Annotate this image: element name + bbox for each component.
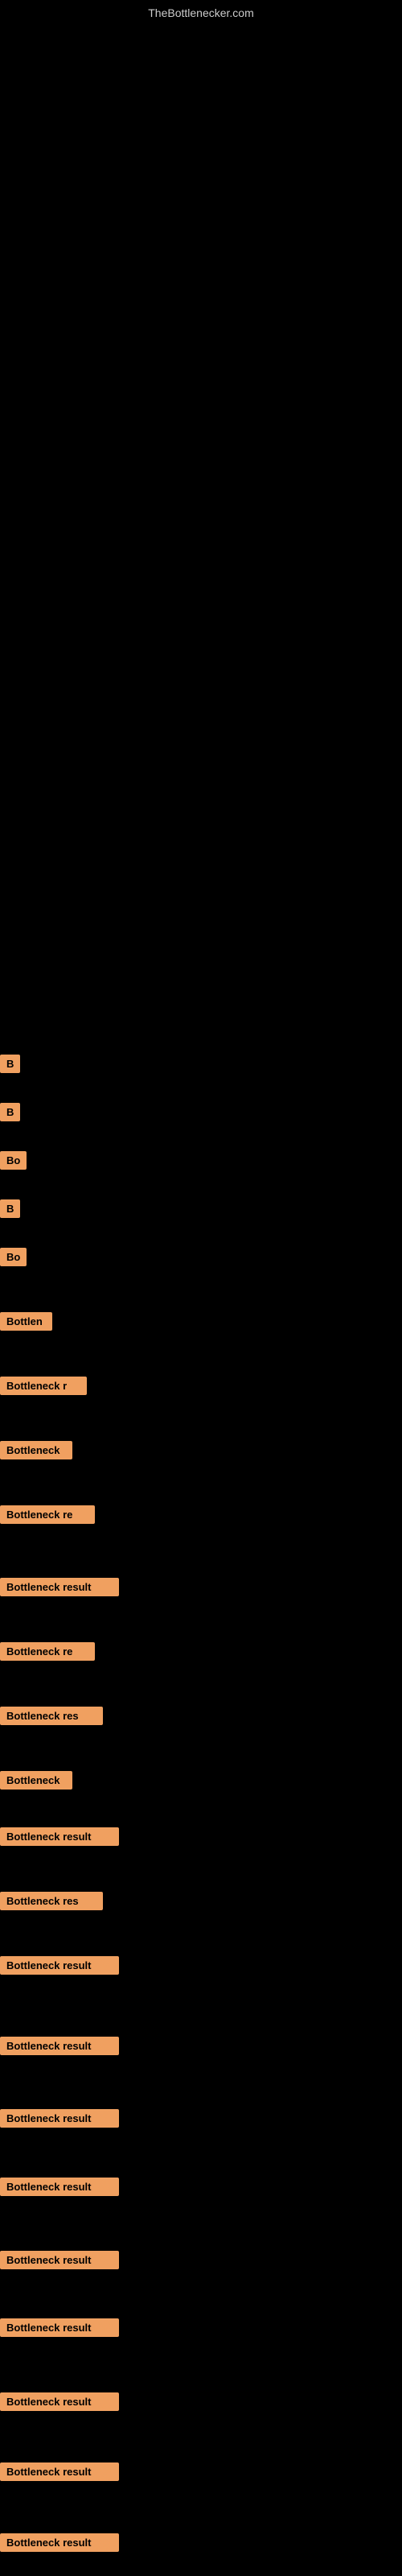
bottleneck-result-label: Bottleneck res bbox=[0, 1707, 103, 1725]
bottleneck-result-label: Bottleneck result bbox=[0, 2109, 119, 2128]
bottleneck-result-label: Bottleneck result bbox=[0, 1578, 119, 1596]
bottleneck-result-label: Bottleneck re bbox=[0, 1642, 95, 1661]
bottleneck-result-label: Bottleneck bbox=[0, 1441, 72, 1459]
bottleneck-result-label: Bottleneck result bbox=[0, 1956, 119, 1975]
bottleneck-result-label: B bbox=[0, 1199, 20, 1218]
bottleneck-result-label: Bottleneck res bbox=[0, 1892, 103, 1910]
bottleneck-result-label: Bottleneck result bbox=[0, 2392, 119, 2411]
bottleneck-result-label: Bottleneck re bbox=[0, 1505, 95, 1524]
bottleneck-result-label: Bottleneck result bbox=[0, 1827, 119, 1846]
bottleneck-result-label: Bottleneck result bbox=[0, 2462, 119, 2481]
bottleneck-result-label: Bottleneck result bbox=[0, 2251, 119, 2269]
bottleneck-result-label: Bottleneck result bbox=[0, 2178, 119, 2196]
bottleneck-result-label: Bottleneck bbox=[0, 1771, 72, 1790]
bottleneck-result-label: Bottleneck result bbox=[0, 2318, 119, 2337]
bottleneck-result-label: Bottleneck result bbox=[0, 2037, 119, 2055]
bottleneck-result-label: Bottleneck result bbox=[0, 2533, 119, 2552]
bottleneck-result-label: Bottlen bbox=[0, 1312, 52, 1331]
site-title: TheBottlenecker.com bbox=[148, 6, 254, 19]
bottleneck-result-label: B bbox=[0, 1103, 20, 1121]
bottleneck-result-label: Bo bbox=[0, 1248, 27, 1266]
bottleneck-result-label: Bottleneck r bbox=[0, 1377, 87, 1395]
bottleneck-result-label: B bbox=[0, 1055, 20, 1073]
bottleneck-result-label: Bo bbox=[0, 1151, 27, 1170]
